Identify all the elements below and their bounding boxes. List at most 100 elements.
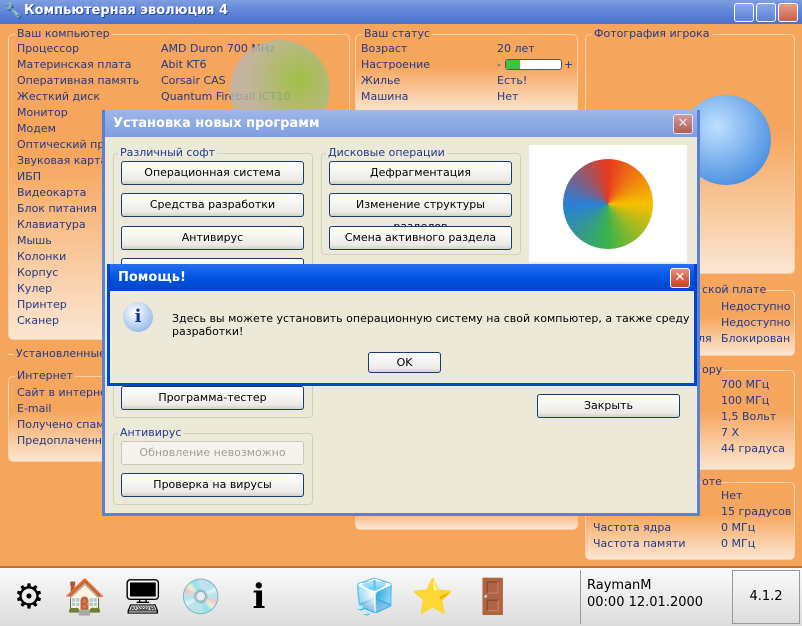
status-label: Машина bbox=[361, 90, 409, 103]
version-label: 4.1.2 bbox=[732, 570, 800, 624]
cpu-value: 700 МГц bbox=[721, 378, 770, 391]
group-label: Различный софт bbox=[118, 146, 218, 159]
dialog-title: Установка новых программ bbox=[113, 116, 320, 131]
installed-divider: Установленные bbox=[8, 347, 108, 360]
status-label: Возраст bbox=[361, 42, 408, 55]
component-label: Процессор bbox=[17, 42, 80, 55]
internet-label: Предоплаченны bbox=[17, 434, 111, 447]
component-label: Принтер bbox=[17, 298, 67, 311]
mood-minus: - bbox=[497, 58, 501, 71]
motherboard-value: Блокирован bbox=[721, 332, 791, 345]
tester-button[interactable]: Программа-тестер bbox=[121, 386, 304, 410]
mood-bar bbox=[505, 59, 562, 70]
component-label: Оперативная память bbox=[17, 74, 140, 87]
exit-door-icon[interactable]: 🚪 bbox=[470, 574, 516, 620]
video-value: 15 градусов bbox=[721, 505, 792, 518]
title-bar: 🔧 Компьютерная эволюция 4 bbox=[0, 0, 802, 24]
active-partition-button[interactable]: Смена активного раздела bbox=[329, 226, 512, 250]
component-label: Видеокарта bbox=[17, 186, 87, 199]
component-label: Клавиатура bbox=[17, 218, 86, 231]
virus-check-button[interactable]: Проверка на вирусы bbox=[121, 473, 304, 497]
swirl-logo-icon bbox=[529, 145, 687, 262]
group-label: Ваш компьютер bbox=[15, 27, 112, 40]
install-dialog-close-icon[interactable]: ✕ bbox=[673, 114, 693, 134]
group-label: Интернет bbox=[15, 369, 75, 382]
window-title: Компьютерная эволюция 4 bbox=[24, 3, 228, 18]
component-label: Монитор bbox=[17, 106, 68, 119]
video-label: Частота памяти bbox=[593, 537, 686, 550]
cpu-value: 44 градуса bbox=[721, 442, 785, 455]
wrench-icon: 🔧 bbox=[4, 3, 22, 19]
group-label: ской плате bbox=[702, 283, 767, 296]
component-label: Материнская плата bbox=[17, 58, 132, 71]
video-label: Частота ядра bbox=[593, 521, 672, 534]
group-label: оте bbox=[702, 475, 722, 488]
user-info: RaymanM 00:00 12.01.2000 bbox=[580, 570, 732, 624]
component-label: Жесткий диск bbox=[17, 90, 100, 103]
antivirus-button[interactable]: Антивирус bbox=[121, 226, 304, 250]
component-label: Корпус bbox=[17, 266, 59, 279]
cpu-value: 1,5 Вольт bbox=[721, 410, 777, 423]
motherboard-value: Недоступно bbox=[721, 316, 791, 329]
help-dialog-titlebar: Помощь! ✕ bbox=[110, 264, 694, 291]
status-label: Настроение bbox=[361, 58, 431, 71]
cpu-value: 100 МГц bbox=[721, 394, 770, 407]
internet-label: E-mail bbox=[17, 402, 52, 415]
home-icon[interactable]: 🏠 bbox=[62, 574, 108, 620]
status-value: Есть! bbox=[497, 74, 528, 87]
component-label: Сканер bbox=[17, 314, 60, 327]
cubes-icon[interactable]: 🧊 bbox=[352, 574, 398, 620]
mood-plus: + bbox=[564, 58, 574, 71]
username: RaymanM bbox=[587, 578, 652, 593]
component-label: Кулер bbox=[17, 282, 53, 295]
group-label: Фотография игрока bbox=[592, 27, 712, 40]
component-label: Блок питания bbox=[17, 202, 97, 215]
component-label: Колонки bbox=[17, 250, 67, 263]
help-dialog: Помощь! ✕ i Здесь вы можете установить о… bbox=[107, 264, 697, 386]
group-label: ору bbox=[702, 363, 723, 376]
group-label: Ваш статус bbox=[362, 27, 433, 40]
group-label: Дисковые операции bbox=[326, 146, 447, 159]
partial-label: ля bbox=[698, 332, 712, 345]
component-value: Abit KT6 bbox=[161, 58, 207, 71]
info-icon: i bbox=[123, 302, 153, 332]
close-button[interactable] bbox=[778, 3, 798, 22]
game-datetime: 00:00 12.01.2000 bbox=[587, 595, 704, 610]
component-label: Мышь bbox=[17, 234, 52, 247]
video-value: 0 МГц bbox=[721, 537, 756, 550]
cpu-value: 7 X bbox=[721, 426, 740, 439]
component-label: Звуковая карта bbox=[17, 154, 108, 167]
close-dialog-button[interactable]: Закрыть bbox=[537, 394, 680, 418]
update-button: Обновление невозможно bbox=[121, 441, 304, 465]
group-label: Установленные bbox=[14, 347, 108, 360]
component-label: Модем bbox=[17, 122, 56, 135]
internet-label: Получено спам bbox=[17, 418, 105, 431]
video-value: Нет bbox=[721, 489, 743, 502]
help-message: Здесь вы можете установить операционную … bbox=[172, 312, 690, 338]
help-dialog-close-icon[interactable]: ✕ bbox=[670, 268, 690, 288]
install-dialog-titlebar: Установка новых программ ✕ bbox=[105, 110, 697, 137]
star-icon[interactable]: ⭐ bbox=[410, 574, 456, 620]
dialog-title: Помощь! bbox=[118, 270, 186, 285]
info-board-icon[interactable]: ℹ bbox=[236, 574, 282, 620]
status-label: Жилье bbox=[361, 74, 401, 87]
video-value: 0 МГц bbox=[721, 521, 756, 534]
motherboard-value: Недоступно bbox=[721, 300, 791, 313]
os-button[interactable]: Операционная система bbox=[121, 161, 304, 185]
group-label: Антивирус bbox=[118, 426, 184, 439]
partition-button[interactable]: Изменение структуры разделов bbox=[329, 193, 512, 233]
component-label: Оптический при bbox=[17, 138, 112, 151]
dev-tools-button[interactable]: Средства разработки bbox=[121, 193, 304, 217]
defrag-button[interactable]: Дефрагментация bbox=[329, 161, 512, 185]
component-value: Corsair CAS bbox=[161, 74, 226, 87]
software-install-icon[interactable]: 💿 bbox=[178, 574, 224, 620]
status-value: 20 лет bbox=[497, 42, 535, 55]
component-label: ИБП bbox=[17, 170, 42, 183]
computer-icon[interactable]: 🖥 bbox=[120, 574, 166, 620]
internet-label: Сайт в интернет bbox=[17, 386, 114, 399]
settings-icon[interactable]: ⚙ bbox=[6, 574, 52, 620]
maximize-button[interactable] bbox=[756, 3, 776, 22]
minimize-button[interactable] bbox=[734, 3, 754, 22]
status-value: Нет bbox=[497, 90, 519, 103]
ok-button[interactable]: OK bbox=[368, 352, 441, 373]
